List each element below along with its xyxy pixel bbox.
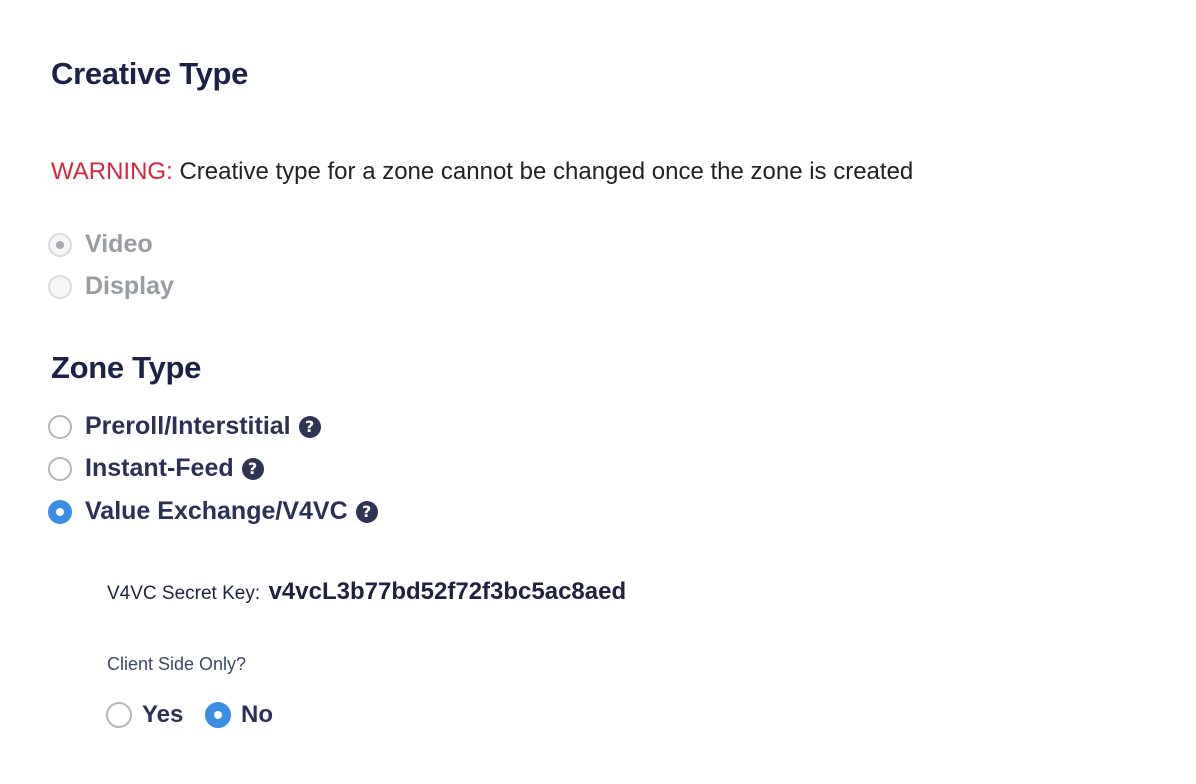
display-radio [48, 274, 72, 299]
creative-type-option-video: Video [48, 230, 153, 259]
question-circle-icon[interactable]: ? [355, 500, 378, 523]
yes-radio[interactable] [106, 702, 132, 728]
no-radio[interactable] [205, 702, 231, 728]
preroll-radio[interactable] [48, 414, 72, 439]
client-side-option-yes[interactable]: Yes [106, 701, 183, 729]
v4vc-secret-key: V4VC Secret Key: v4vcL3b77bd52f72f3bc5ac… [107, 578, 626, 606]
creative-type-heading: Creative Type [51, 56, 249, 91]
video-radio [48, 232, 72, 257]
client-side-option-no[interactable]: No [205, 701, 273, 729]
secret-key-label: V4VC Secret Key: [107, 583, 261, 604]
zone-type-option-value-exchange[interactable]: Value Exchange/V4VC ? [48, 497, 378, 526]
display-radio-label: Display [85, 272, 174, 300]
instant-feed-radio[interactable] [48, 456, 72, 481]
client-side-only-label: Client Side Only? [107, 654, 247, 674]
secret-key-value: v4vcL3b77bd52f72f3bc5ac8aed [268, 578, 627, 605]
zone-type-option-instant-feed[interactable]: Instant-Feed ? [48, 454, 264, 483]
preroll-radio-label[interactable]: Preroll/Interstitial [85, 412, 291, 441]
question-circle-icon[interactable]: ? [241, 457, 264, 480]
zone-type-heading: Zone Type [51, 350, 202, 385]
creative-type-warning: WARNING: Creative type for a zone cannot… [51, 158, 913, 186]
instant-feed-radio-label[interactable]: Instant-Feed [85, 454, 234, 483]
value-exchange-radio[interactable] [48, 499, 72, 524]
yes-radio-label[interactable]: Yes [142, 701, 183, 729]
warning-text: Creative type for a zone cannot be chang… [172, 158, 914, 185]
question-circle-icon[interactable]: ? [298, 415, 321, 438]
value-exchange-radio-label[interactable]: Value Exchange/V4VC [85, 497, 348, 526]
zone-type-option-preroll[interactable]: Preroll/Interstitial ? [48, 412, 321, 441]
creative-type-option-display: Display [48, 272, 174, 301]
video-radio-label: Video [85, 230, 153, 258]
warning-label: WARNING: [51, 158, 173, 185]
no-radio-label[interactable]: No [241, 701, 273, 729]
